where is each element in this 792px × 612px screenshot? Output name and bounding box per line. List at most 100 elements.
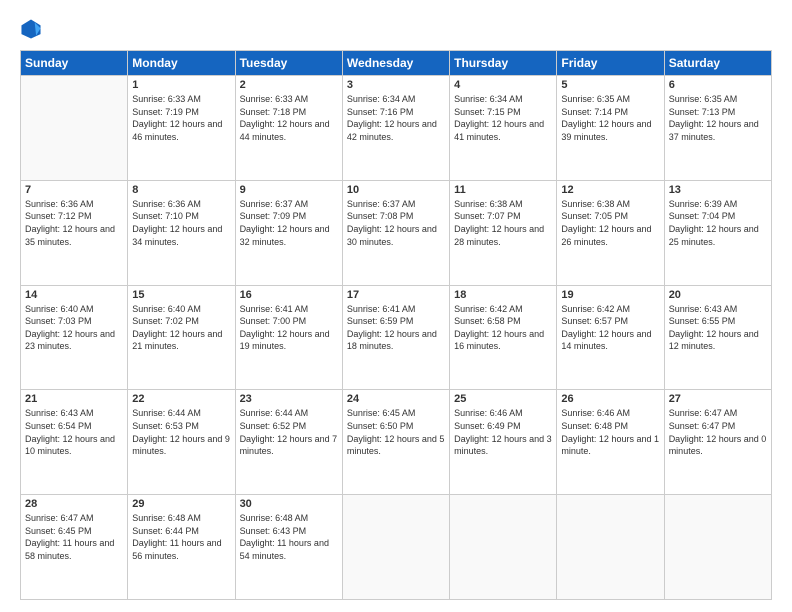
day-info: Sunrise: 6:42 AMSunset: 6:58 PMDaylight:… (454, 303, 552, 353)
calendar-cell (342, 495, 449, 600)
day-number: 22 (132, 393, 230, 405)
weekday-header: Monday (128, 51, 235, 76)
calendar-cell: 28 Sunrise: 6:47 AMSunset: 6:45 PMDayligh… (21, 495, 128, 600)
day-info: Sunrise: 6:41 AMSunset: 6:59 PMDaylight:… (347, 303, 445, 353)
calendar-cell (557, 495, 664, 600)
day-info: Sunrise: 6:46 AMSunset: 6:49 PMDaylight:… (454, 407, 552, 457)
day-info: Sunrise: 6:46 AMSunset: 6:48 PMDaylight:… (561, 407, 659, 457)
day-info: Sunrise: 6:47 AMSunset: 6:45 PMDaylight:… (25, 512, 123, 562)
calendar-week-row: 28 Sunrise: 6:47 AMSunset: 6:45 PMDayligh… (21, 495, 772, 600)
day-info: Sunrise: 6:38 AMSunset: 7:05 PMDaylight:… (561, 198, 659, 248)
calendar-cell: 1Sunrise: 6:33 AMSunset: 7:19 PMDaylight… (128, 76, 235, 181)
calendar-cell: 21 Sunrise: 6:43 AMSunset: 6:54 PMDayligh… (21, 390, 128, 495)
calendar-cell: 22Sunrise: 6:44 AMSunset: 6:53 PMDayligh… (128, 390, 235, 495)
day-info: Sunrise: 6:36 AMSunset: 7:12 PMDaylight:… (25, 198, 123, 248)
day-number: 23 (240, 393, 338, 405)
calendar-cell: 12 Sunrise: 6:38 AMSunset: 7:05 PMDayligh… (557, 180, 664, 285)
day-number: 16 (240, 289, 338, 301)
day-info: Sunrise: 6:33 AMSunset: 7:19 PMDaylight:… (132, 93, 230, 143)
day-info: Sunrise: 6:40 AMSunset: 7:02 PMDaylight:… (132, 303, 230, 353)
calendar-cell: 16Sunrise: 6:41 AMSunset: 7:00 PMDayligh… (235, 285, 342, 390)
day-number: 24 (347, 393, 445, 405)
day-number: 25 (454, 393, 552, 405)
calendar-week-row: 14 Sunrise: 6:40 AMSunset: 7:03 PMDayligh… (21, 285, 772, 390)
day-number: 11 (454, 184, 552, 196)
day-info: Sunrise: 6:34 AMSunset: 7:16 PMDaylight:… (347, 93, 445, 143)
day-number: 21 (25, 393, 123, 405)
calendar-cell: 6 Sunrise: 6:35 AMSunset: 7:13 PMDaylight… (664, 76, 771, 181)
calendar-cell: 29 Sunrise: 6:48 AMSunset: 6:44 PMDayligh… (128, 495, 235, 600)
calendar-cell: 10 Sunrise: 6:37 AMSunset: 7:08 PMDayligh… (342, 180, 449, 285)
calendar-cell: 17 Sunrise: 6:41 AMSunset: 6:59 PMDayligh… (342, 285, 449, 390)
calendar-cell: 18 Sunrise: 6:42 AMSunset: 6:58 PMDayligh… (450, 285, 557, 390)
weekday-header: Saturday (664, 51, 771, 76)
calendar-cell: 8 Sunrise: 6:36 AMSunset: 7:10 PMDaylight… (128, 180, 235, 285)
calendar-week-row: 1Sunrise: 6:33 AMSunset: 7:19 PMDaylight… (21, 76, 772, 181)
day-info: Sunrise: 6:40 AMSunset: 7:03 PMDaylight:… (25, 303, 123, 353)
day-info: Sunrise: 6:38 AMSunset: 7:07 PMDaylight:… (454, 198, 552, 248)
weekday-header: Sunday (21, 51, 128, 76)
day-info: Sunrise: 6:36 AMSunset: 7:10 PMDaylight:… (132, 198, 230, 248)
day-number: 12 (561, 184, 659, 196)
day-number: 15 (132, 289, 230, 301)
calendar-cell: 26 Sunrise: 6:46 AMSunset: 6:48 PMDayligh… (557, 390, 664, 495)
day-number: 10 (347, 184, 445, 196)
calendar-cell: 14 Sunrise: 6:40 AMSunset: 7:03 PMDayligh… (21, 285, 128, 390)
day-number: 19 (561, 289, 659, 301)
calendar-cell (21, 76, 128, 181)
calendar-cell: 30 Sunrise: 6:48 AMSunset: 6:43 PMDayligh… (235, 495, 342, 600)
calendar-table: SundayMondayTuesdayWednesdayThursdayFrid… (20, 50, 772, 600)
calendar-week-row: 21 Sunrise: 6:43 AMSunset: 6:54 PMDayligh… (21, 390, 772, 495)
logo (20, 18, 46, 40)
calendar-cell: 13Sunrise: 6:39 AMSunset: 7:04 PMDayligh… (664, 180, 771, 285)
day-number: 29 (132, 498, 230, 510)
day-number: 28 (25, 498, 123, 510)
day-info: Sunrise: 6:47 AMSunset: 6:47 PMDaylight:… (669, 407, 767, 457)
day-number: 14 (25, 289, 123, 301)
day-number: 3 (347, 79, 445, 91)
calendar-cell: 7 Sunrise: 6:36 AMSunset: 7:12 PMDaylight… (21, 180, 128, 285)
weekday-header: Tuesday (235, 51, 342, 76)
day-number: 5 (561, 79, 659, 91)
day-info: Sunrise: 6:33 AMSunset: 7:18 PMDaylight:… (240, 93, 338, 143)
day-info: Sunrise: 6:48 AMSunset: 6:43 PMDaylight:… (240, 512, 338, 562)
day-number: 8 (132, 184, 230, 196)
day-info: Sunrise: 6:43 AMSunset: 6:55 PMDaylight:… (669, 303, 767, 353)
calendar-cell (450, 495, 557, 600)
calendar-cell: 4 Sunrise: 6:34 AMSunset: 7:15 PMDaylight… (450, 76, 557, 181)
calendar-week-row: 7 Sunrise: 6:36 AMSunset: 7:12 PMDaylight… (21, 180, 772, 285)
day-info: Sunrise: 6:39 AMSunset: 7:04 PMDaylight:… (669, 198, 767, 248)
logo-icon (20, 18, 42, 40)
day-info: Sunrise: 6:48 AMSunset: 6:44 PMDaylight:… (132, 512, 230, 562)
weekday-header: Thursday (450, 51, 557, 76)
calendar-cell: 15 Sunrise: 6:40 AMSunset: 7:02 PMDayligh… (128, 285, 235, 390)
day-number: 4 (454, 79, 552, 91)
calendar-cell: 19Sunrise: 6:42 AMSunset: 6:57 PMDayligh… (557, 285, 664, 390)
day-info: Sunrise: 6:37 AMSunset: 7:08 PMDaylight:… (347, 198, 445, 248)
day-number: 6 (669, 79, 767, 91)
calendar-cell: 23Sunrise: 6:44 AMSunset: 6:52 PMDayligh… (235, 390, 342, 495)
calendar-cell: 2 Sunrise: 6:33 AMSunset: 7:18 PMDaylight… (235, 76, 342, 181)
calendar-cell: 20 Sunrise: 6:43 AMSunset: 6:55 PMDayligh… (664, 285, 771, 390)
day-number: 30 (240, 498, 338, 510)
day-number: 27 (669, 393, 767, 405)
day-number: 26 (561, 393, 659, 405)
calendar-cell (664, 495, 771, 600)
weekday-header-row: SundayMondayTuesdayWednesdayThursdayFrid… (21, 51, 772, 76)
day-number: 17 (347, 289, 445, 301)
day-info: Sunrise: 6:34 AMSunset: 7:15 PMDaylight:… (454, 93, 552, 143)
day-info: Sunrise: 6:35 AMSunset: 7:14 PMDaylight:… (561, 93, 659, 143)
calendar-cell: 3 Sunrise: 6:34 AMSunset: 7:16 PMDaylight… (342, 76, 449, 181)
day-number: 18 (454, 289, 552, 301)
calendar-cell: 27 Sunrise: 6:47 AMSunset: 6:47 PMDayligh… (664, 390, 771, 495)
day-number: 20 (669, 289, 767, 301)
calendar-cell: 9Sunrise: 6:37 AMSunset: 7:09 PMDaylight… (235, 180, 342, 285)
day-info: Sunrise: 6:45 AMSunset: 6:50 PMDaylight:… (347, 407, 445, 457)
weekday-header: Friday (557, 51, 664, 76)
header (20, 18, 772, 40)
day-number: 2 (240, 79, 338, 91)
day-number: 7 (25, 184, 123, 196)
page: SundayMondayTuesdayWednesdayThursdayFrid… (0, 0, 792, 612)
day-info: Sunrise: 6:35 AMSunset: 7:13 PMDaylight:… (669, 93, 767, 143)
day-info: Sunrise: 6:43 AMSunset: 6:54 PMDaylight:… (25, 407, 123, 457)
